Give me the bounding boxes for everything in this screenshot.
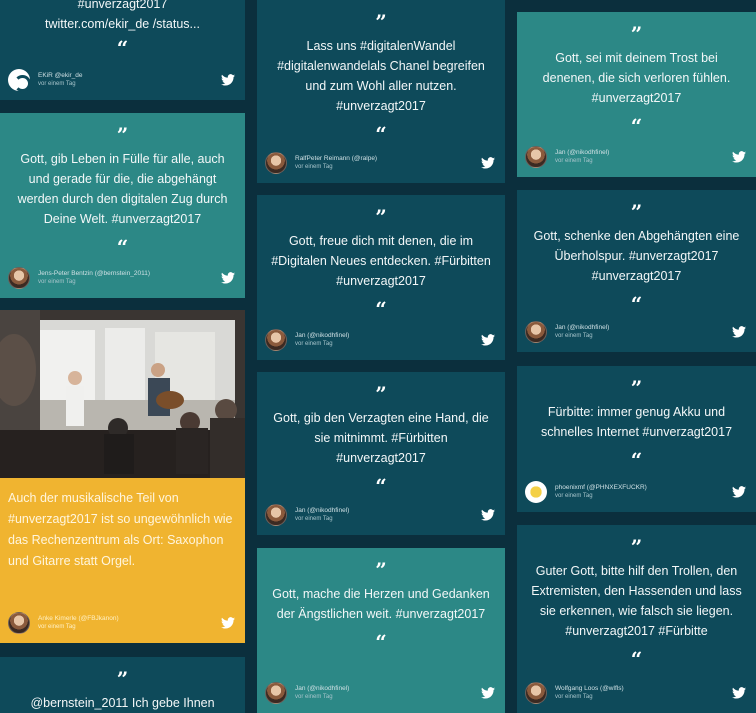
tweet-wall: #unverzagt2017 twitter.com/ekir_de /stat…	[0, 0, 756, 713]
tweet-card[interactable]: ” Gott, schenke den Abgehängten eine Übe…	[517, 190, 756, 352]
tweet-card[interactable]: ” Gott, sei mit deinem Trost bei denenen…	[517, 12, 756, 177]
column-1: #unverzagt2017 twitter.com/ekir_de /stat…	[0, 0, 245, 713]
tweet-text: Fürbitte: immer genug Akku und schnelles…	[540, 405, 733, 439]
tweet-author[interactable]: Anke Kimerle (@FBJkanon)	[38, 614, 217, 623]
twitter-bird-icon[interactable]	[481, 157, 495, 169]
twitter-bird-icon[interactable]	[221, 617, 235, 629]
avatar	[265, 329, 287, 351]
avatar	[265, 682, 287, 704]
tweet-time: vor einem Tag	[555, 694, 593, 700]
avatar	[525, 146, 547, 168]
tweet-time: vor einem Tag	[555, 333, 593, 339]
tweet-time: vor einem Tag	[555, 493, 593, 499]
avatar	[265, 152, 287, 174]
tweet-text: #unverzagt2017 twitter.com/ekir_de /stat…	[45, 0, 200, 31]
open-quote-icon: ”	[375, 558, 387, 582]
column-2: ” Lass uns #digitalenWandel #digitalenwa…	[257, 0, 505, 713]
open-quote-icon: ”	[630, 535, 643, 559]
tweet-text: Gott, sei mit deinem Trost bei denenen, …	[542, 51, 731, 105]
open-quote-icon: ”	[116, 667, 129, 691]
tweet-photo[interactable]	[0, 310, 245, 478]
tweet-author[interactable]: Jan (@nikodhfinel)	[295, 331, 477, 340]
close-quote-icon: “	[630, 292, 643, 316]
tweet-card[interactable]: ” Fürbitte: immer genug Akku und schnell…	[517, 366, 756, 512]
tweet-author[interactable]: EKiR @ekir_de	[38, 71, 217, 80]
avatar	[8, 69, 31, 92]
avatar	[8, 612, 30, 634]
close-quote-icon: “	[630, 647, 643, 671]
tweet-time: vor einem Tag	[295, 694, 333, 700]
tweet-card[interactable]: ” Gott, gib den Verzagten eine Hand, die…	[257, 372, 505, 535]
open-quote-icon: ”	[375, 205, 387, 229]
tweet-time: vor einem Tag	[555, 158, 593, 164]
avatar	[265, 504, 287, 526]
close-quote-icon: “	[375, 474, 387, 498]
twitter-bird-icon[interactable]	[481, 687, 495, 699]
close-quote-icon: “	[375, 630, 387, 654]
avatar	[525, 682, 547, 704]
close-quote-icon: “	[630, 448, 643, 472]
tweet-time: vor einem Tag	[295, 516, 333, 522]
tweet-card[interactable]: ” Gott, gib Leben in Fülle für alle, auc…	[0, 113, 245, 298]
tweet-text: Gott, freue dich mit denen, die im #Digi…	[271, 234, 491, 288]
open-quote-icon: ”	[630, 22, 643, 46]
tweet-card[interactable]: #unverzagt2017 twitter.com/ekir_de /stat…	[0, 0, 245, 100]
tweet-text: Gott, gib Leben in Fülle für alle, auch …	[17, 152, 228, 226]
tweet-card[interactable]: ” Gott, mache die Herzen und Gedanken de…	[257, 548, 505, 713]
tweet-card[interactable]: ” Gott, freue dich mit denen, die im #Di…	[257, 195, 505, 360]
tweet-text: Gott, schenke den Abgehängten eine Überh…	[533, 229, 740, 283]
tweet-author[interactable]: Jan (@nikodhfinel)	[295, 506, 477, 515]
tweet-text: Guter Gott, bitte hilf den Trollen, den …	[531, 564, 742, 638]
open-quote-icon: ”	[630, 376, 643, 400]
tweet-text: Auch der musikalische Teil von #unverzag…	[8, 491, 233, 568]
close-quote-icon: “	[116, 235, 129, 259]
open-quote-icon: ”	[116, 123, 129, 147]
tweet-author[interactable]: Jan (@nikodhfinel)	[295, 684, 477, 693]
twitter-bird-icon[interactable]	[221, 272, 235, 284]
tweet-text: Gott, gib den Verzagten eine Hand, die s…	[273, 411, 489, 465]
twitter-bird-icon[interactable]	[732, 687, 746, 699]
open-quote-icon: ”	[375, 10, 387, 34]
twitter-bird-icon[interactable]	[732, 151, 746, 163]
tweet-time: vor einem Tag	[295, 341, 333, 347]
tweet-time: vor einem Tag	[295, 164, 333, 170]
close-quote-icon: “	[375, 297, 387, 321]
tweet-author[interactable]: Wolfgang Loos (@wlfls)	[555, 684, 728, 693]
tweet-card[interactable]: ” Guter Gott, bitte hilf den Trollen, de…	[517, 525, 756, 713]
twitter-bird-icon[interactable]	[732, 486, 746, 498]
twitter-bird-icon[interactable]	[732, 326, 746, 338]
tweet-text: Lass uns #digitalenWandel #digitalenwand…	[277, 39, 485, 113]
tweet-author[interactable]: Jan (@nikodhfinel)	[555, 323, 728, 332]
twitter-bird-icon[interactable]	[481, 509, 495, 521]
tweet-time: vor einem Tag	[38, 279, 76, 285]
avatar	[525, 481, 547, 503]
close-quote-icon: “	[375, 122, 387, 146]
tweet-time: vor einem Tag	[38, 624, 76, 630]
avatar	[8, 267, 30, 289]
tweet-card[interactable]: ” Lass uns #digitalenWandel #digitalenwa…	[257, 0, 505, 183]
tweet-text: @bernstein_2011 Ich gebe Ihnen	[30, 696, 215, 710]
tweet-author[interactable]: RalfPeter Reimann (@ralpe)	[295, 154, 477, 163]
tweet-author[interactable]: Jan (@nikodhfinel)	[555, 148, 728, 157]
tweet-time: vor einem Tag	[38, 81, 76, 87]
twitter-bird-icon[interactable]	[221, 74, 235, 86]
avatar	[525, 321, 547, 343]
open-quote-icon: ”	[375, 382, 387, 406]
tweet-text: Gott, mache die Herzen und Gedanken der …	[272, 587, 490, 621]
tweet-card[interactable]: Auch der musikalische Teil von #unverzag…	[0, 478, 245, 643]
close-quote-icon: “	[630, 114, 643, 138]
close-quote-icon: “	[116, 36, 129, 60]
twitter-bird-icon[interactable]	[481, 334, 495, 346]
column-3: ” Gott, sei mit deinem Trost bei denenen…	[517, 0, 756, 713]
musicians-photo	[0, 310, 245, 478]
tweet-card[interactable]: ” @bernstein_2011 Ich gebe Ihnen	[0, 657, 245, 713]
tweet-author[interactable]: Jens-Peter Bentzin (@bernstein_2011)	[38, 269, 217, 278]
open-quote-icon: ”	[630, 200, 643, 224]
tweet-author[interactable]: phoenixmf (@PHNXEXFUCKR)	[555, 483, 728, 492]
